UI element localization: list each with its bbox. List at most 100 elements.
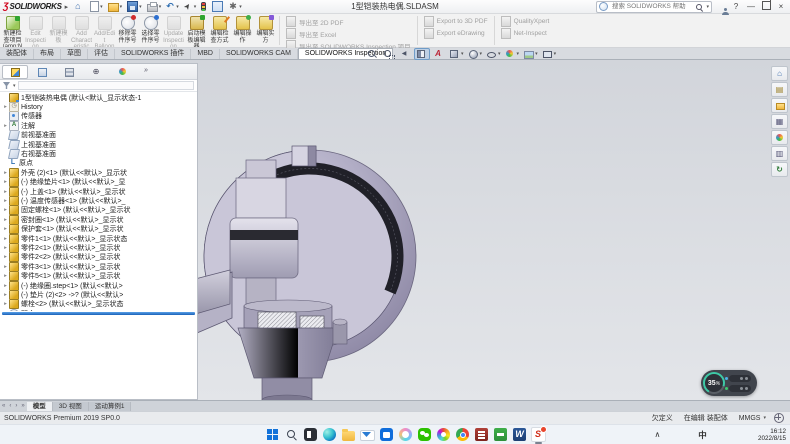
feature-tree-item[interactable]: ▸ 保护套<1> (默认<<默认>_显示状 xyxy=(2,224,197,233)
feature-tree-item[interactable]: 右视基准面 xyxy=(2,149,197,158)
feature-tree-item[interactable]: ▸ 零件3<1> (默认<<默认>_显示状 xyxy=(2,262,197,271)
feature-tree-item[interactable]: 传感器 xyxy=(2,112,197,121)
task-pane-tab[interactable] xyxy=(771,66,788,81)
taskbar-app-icon[interactable] xyxy=(455,427,470,442)
dropdown-arrow-icon[interactable]: ▾ xyxy=(763,415,766,421)
expand-arrow-icon[interactable]: ▸ xyxy=(2,226,9,232)
dropdown-arrow-icon[interactable]: ▾ xyxy=(461,51,464,57)
commandmanager-tab[interactable]: 装配体 xyxy=(0,49,34,59)
taskbar-app-icon[interactable] xyxy=(417,427,432,442)
feature-tree-item[interactable]: ▸ 注解 xyxy=(2,121,197,130)
ribbon-button[interactable]: 新建检查项目 (amp;N) xyxy=(1,15,24,47)
dropdown-arrow-icon[interactable]: ▾ xyxy=(100,4,103,10)
headsup-tool-button[interactable]: ▾ xyxy=(485,48,502,59)
tray-icon[interactable]: 中 xyxy=(698,429,707,441)
expand-arrow-icon[interactable]: ▸ xyxy=(2,245,9,251)
task-pane-tab[interactable] xyxy=(771,82,788,97)
expand-arrow-icon[interactable]: ▸ xyxy=(2,170,9,176)
expand-arrow-icon[interactable]: ▸ xyxy=(2,283,9,289)
headsup-tool-button[interactable]: ▾ xyxy=(467,48,484,59)
taskbar-app-icon[interactable] xyxy=(303,427,318,442)
document-tab[interactable]: 模型 xyxy=(27,402,53,411)
export-menu-item[interactable]: Export to 3D PDF xyxy=(424,16,488,27)
dropdown-arrow-icon[interactable]: ▾ xyxy=(194,4,197,10)
expand-arrow-icon[interactable]: ▸ xyxy=(2,198,9,204)
taskbar-clock[interactable]: 16:12 2022/8/15 xyxy=(758,428,786,442)
minimize-button[interactable]: — xyxy=(745,1,757,12)
tray-icon[interactable] xyxy=(743,429,752,441)
expand-arrow-icon[interactable]: ▸ xyxy=(2,273,9,279)
restore-button[interactable] xyxy=(762,1,771,10)
document-tab[interactable]: 3D 视图 xyxy=(53,402,89,411)
taskbar-app-icon[interactable] xyxy=(360,427,375,442)
export-menu-item[interactable]: 导出至 Excel xyxy=(286,28,411,39)
tray-icon[interactable] xyxy=(668,429,677,441)
feature-tree-item[interactable]: 前视基准面 xyxy=(2,131,197,140)
expand-arrow-icon[interactable]: ▸ xyxy=(2,179,9,185)
quick-access-button[interactable]: ▾ xyxy=(164,1,181,12)
ribbon-button[interactable]: 移除零件序号 xyxy=(116,15,139,47)
document-tab[interactable]: 运动算例1 xyxy=(89,402,132,411)
web-help-globe-icon[interactable] xyxy=(774,413,784,423)
overlay-toggle-bottom[interactable] xyxy=(729,385,751,392)
ribbon-button[interactable]: Add Characteristic xyxy=(70,15,93,47)
search-dropdown-icon[interactable]: ▾ xyxy=(706,4,709,10)
commandmanager-tab[interactable]: 草图 xyxy=(61,49,88,59)
ribbon-button[interactable]: Edit Inspection Project xyxy=(24,15,47,47)
overlay-toggle-top[interactable] xyxy=(729,375,751,382)
commandmanager-tab[interactable]: SOLIDWORKS CAM xyxy=(220,49,298,59)
feature-tree-item[interactable]: ▸ (-) 绝缘垫片<1> (默认<<默认>_显 xyxy=(2,178,197,187)
search-icon[interactable] xyxy=(695,3,703,11)
expand-arrow-icon[interactable]: ▸ xyxy=(2,236,9,242)
taskbar-app-icon[interactable] xyxy=(474,427,489,442)
feature-tree-item[interactable]: ▸ 螺栓<2> (默认<<默认>_显示状态 xyxy=(2,300,197,309)
headsup-tool-button[interactable]: ▾ xyxy=(541,48,558,59)
expand-arrow-icon[interactable]: ▸ xyxy=(2,301,9,307)
expand-arrow-icon[interactable]: ▸ xyxy=(2,104,9,110)
feature-tree-item[interactable]: ▸ (-) 垫片 (2)<2> ->? (默认<<默认> xyxy=(2,290,197,299)
feature-tree-item[interactable]: ▸ 固定螺栓<1> (默认<<默认>_显示状 xyxy=(2,206,197,215)
feature-tree-item[interactable]: ▸ (-) 温度传感器<1> (默认<<默认>_ xyxy=(2,196,197,205)
taskbar-app-icon[interactable] xyxy=(265,427,280,442)
featuremanager-tab[interactable] xyxy=(56,65,82,79)
taskbar-app-icon[interactable] xyxy=(379,427,394,442)
taskbar-app-icon[interactable] xyxy=(531,427,546,442)
ribbon-button[interactable]: 编辑操作 xyxy=(231,15,254,47)
taskbar-app-icon[interactable] xyxy=(436,427,451,442)
status-item[interactable]: 在编辑 装配体 xyxy=(684,413,731,423)
quick-access-button[interactable] xyxy=(199,1,209,12)
ribbon-button[interactable]: 编辑检查方式 xyxy=(208,15,231,47)
task-pane-tab[interactable] xyxy=(771,146,788,161)
close-button[interactable]: × xyxy=(775,1,787,12)
dropdown-arrow-icon[interactable]: ▾ xyxy=(176,4,179,10)
ribbon-button[interactable]: 编辑实方 xyxy=(254,15,277,47)
expand-arrow-icon[interactable]: ▸ xyxy=(2,207,9,213)
taskbar-app-icon[interactable] xyxy=(398,427,413,442)
export-menu-item[interactable]: 导出至 2D PDF xyxy=(286,16,411,27)
tray-icon[interactable]: ∧ xyxy=(653,429,662,441)
commandmanager-tab[interactable]: MBD xyxy=(191,49,220,59)
feature-tree-item[interactable]: ▸ 配合 xyxy=(2,309,197,311)
status-item[interactable]: MMGS ▾ xyxy=(739,415,766,422)
graphics-area[interactable]: » ▾ 1型铠装热电偶 (默认<默认_显示状态-1 ▸ History xyxy=(0,60,790,400)
feature-tree-item[interactable]: ▸ 零件2<2> (默认<<默认>_显示状 xyxy=(2,253,197,262)
tray-icon[interactable] xyxy=(713,429,722,441)
commandmanager-tab[interactable]: 布局 xyxy=(34,49,61,59)
status-item[interactable]: 欠定义 xyxy=(652,413,676,423)
ribbon-button[interactable]: 新建模板 xyxy=(47,15,70,47)
search-scope-icon[interactable] xyxy=(599,2,608,11)
help-search-box[interactable]: ▾ xyxy=(596,1,712,13)
ribbon-button[interactable]: 选择零件序号 xyxy=(139,15,162,47)
zoom-percent-ring[interactable]: 35% xyxy=(703,372,725,394)
dropdown-arrow-icon[interactable]: ▾ xyxy=(554,51,557,57)
taskbar-app-icon[interactable] xyxy=(493,427,508,442)
headsup-tool-button[interactable] xyxy=(366,48,380,59)
feature-tree-item[interactable]: ▸ (-) 上盖<1> (默认<<默认>_显示状 xyxy=(2,187,197,196)
expand-arrow-icon[interactable]: ▸ xyxy=(2,123,9,129)
tray-icon[interactable] xyxy=(728,429,737,441)
dropdown-arrow-icon[interactable]: ▾ xyxy=(517,51,520,57)
task-pane-tab[interactable] xyxy=(771,130,788,145)
tray-icon[interactable] xyxy=(683,429,692,441)
feature-tree-item[interactable]: 原点 xyxy=(2,159,197,168)
feature-tree-item[interactable]: ▸ History xyxy=(2,102,197,111)
